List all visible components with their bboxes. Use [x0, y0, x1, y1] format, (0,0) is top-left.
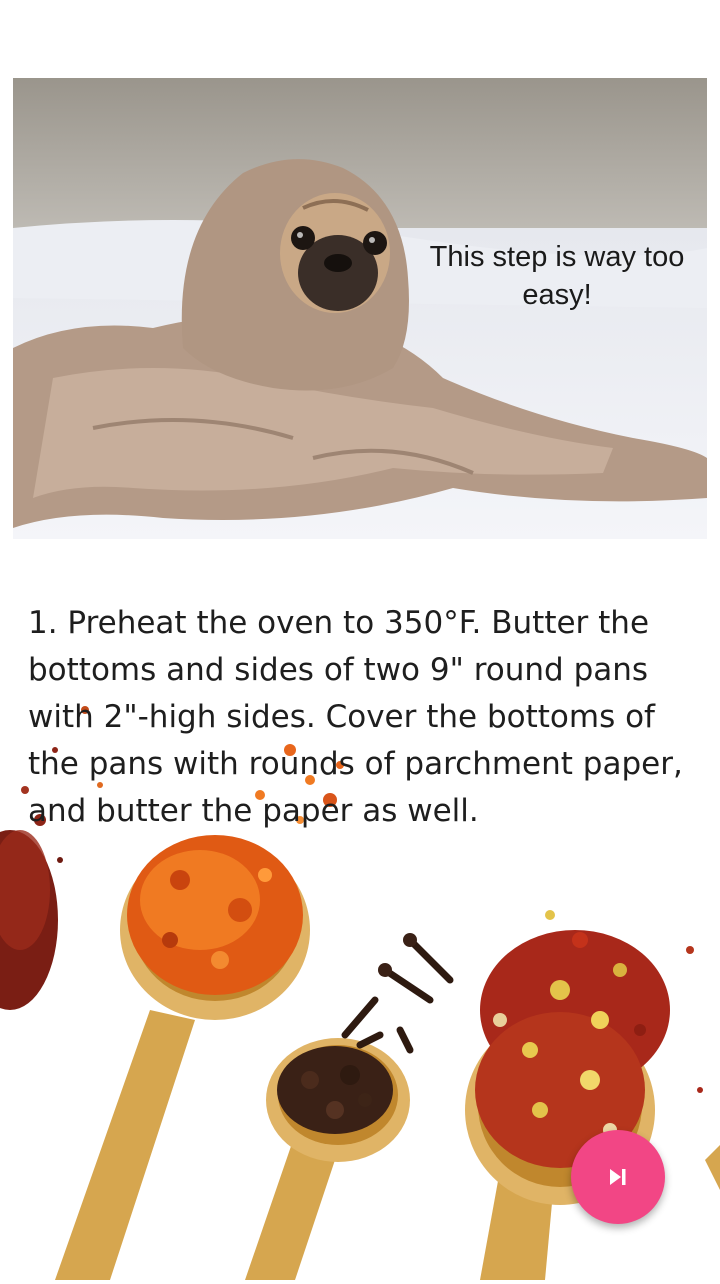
loose-cloves: [341, 936, 454, 1054]
orange-spice-pile: [127, 835, 303, 995]
image-caption: This step is way too easy!: [429, 241, 685, 311]
skip-next-icon: [610, 1169, 626, 1185]
cloves-pile: [277, 1046, 393, 1134]
step-image: This step is way too easy!: [13, 78, 707, 539]
next-step-button[interactable]: [571, 1130, 665, 1224]
step-instruction-text: 1. Preheat the oven to 350°F. Butter the…: [28, 605, 683, 829]
